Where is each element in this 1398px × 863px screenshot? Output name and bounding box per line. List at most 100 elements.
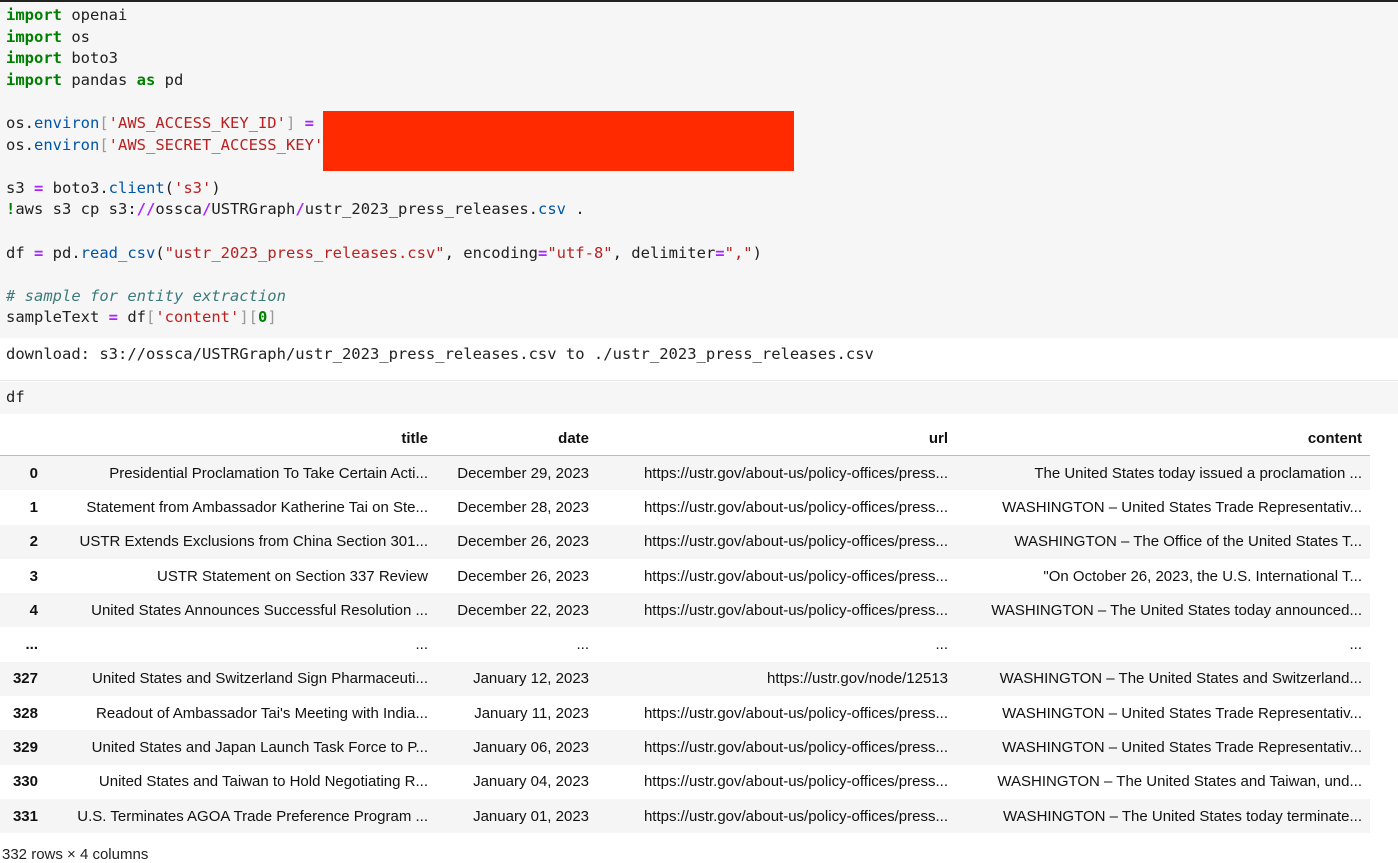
code-token: as bbox=[136, 70, 156, 89]
row-index: 3 bbox=[29, 567, 38, 585]
table-cell: https://ustr.gov/about-us/policy-offices… bbox=[643, 773, 948, 791]
code-line: s3 = boto3.client('s3') bbox=[6, 178, 762, 200]
code-token: aws s3 cp s3: bbox=[15, 200, 137, 219]
row-index: 330 bbox=[12, 773, 38, 791]
code-token: = bbox=[108, 308, 118, 327]
code-token: openai bbox=[62, 6, 128, 24]
table-row: ............... bbox=[0, 627, 1370, 662]
table-cell: December 26, 2023 bbox=[457, 533, 589, 551]
code-token: [ bbox=[99, 135, 109, 154]
row-index: 0 bbox=[29, 464, 38, 482]
table-row: 3 USTR Statement on Section 337 Review Dec… bbox=[0, 558, 1370, 594]
code-token: USTRGraph bbox=[211, 200, 296, 219]
code-token: ossca bbox=[155, 200, 203, 219]
code-token: // bbox=[136, 200, 156, 219]
code-token: / bbox=[295, 200, 305, 219]
table-cell: December 29, 2023 bbox=[457, 464, 589, 482]
code-token: ) bbox=[211, 178, 221, 197]
code-editor[interactable]: df bbox=[6, 387, 25, 409]
table-cell: ... bbox=[415, 636, 428, 654]
code-line: df = pd.read_csv("ustr_2023_press_releas… bbox=[6, 243, 762, 265]
code-token: = bbox=[715, 243, 725, 262]
row-index: 329 bbox=[12, 739, 38, 757]
column-header-content: content bbox=[956, 421, 1370, 456]
code-token: ] bbox=[267, 308, 277, 327]
table-cell: January 01, 2023 bbox=[473, 807, 589, 825]
table-cell: USTR Statement on Section 337 Review bbox=[157, 567, 428, 585]
code-token: os. bbox=[6, 113, 34, 132]
table-cell: January 04, 2023 bbox=[473, 773, 589, 791]
column-header-url: url bbox=[597, 421, 956, 456]
dataframe-shape-label: 332 rows × 4 columns bbox=[2, 846, 149, 863]
table-cell: ... bbox=[576, 636, 589, 654]
table-cell: WASHINGTON – United States Trade Represe… bbox=[1002, 739, 1362, 757]
table-cell: WASHINGTON – United States Trade Represe… bbox=[1002, 498, 1362, 516]
table-row: 329 United States and Japan Launch Task F… bbox=[0, 730, 1370, 765]
table-cell: U.S. Terminates AGOA Trade Preference Pr… bbox=[77, 807, 428, 825]
row-index: 4 bbox=[29, 601, 38, 619]
code-token: . bbox=[566, 200, 585, 219]
table-cell: United States and Taiwan to Hold Negotia… bbox=[98, 773, 428, 791]
row-index: 2 bbox=[29, 533, 38, 551]
code-token: = bbox=[34, 178, 44, 197]
code-token: 'AWS_SECRET_ACCESS_KEY' bbox=[108, 135, 324, 154]
table-cell: https://ustr.gov/about-us/policy-offices… bbox=[643, 533, 948, 551]
code-line: !aws s3 cp s3://ossca/USTRGraph/ustr_202… bbox=[6, 199, 762, 221]
code-cell-1[interactable]: import openai import os import boto3 import… bbox=[0, 2, 1398, 338]
table-cell: "On October 26, 2023, the U.S. Internati… bbox=[1043, 567, 1362, 585]
table-row: 331 U.S. Terminates AGOA Trade Preference… bbox=[0, 798, 1370, 834]
table-cell: Statement from Ambassador Katherine Tai … bbox=[86, 498, 428, 516]
table-cell: January 12, 2023 bbox=[473, 670, 589, 688]
table-cell: Readout of Ambassador Tai's Meeting with… bbox=[96, 704, 428, 722]
table-row: 327 United States and Switzerland Sign Ph… bbox=[0, 661, 1370, 697]
column-header-title: title bbox=[46, 421, 436, 456]
table-header-row: title date url content bbox=[0, 421, 1370, 456]
table-cell: United States Announces Successful Resol… bbox=[91, 601, 428, 619]
code-token: import bbox=[6, 70, 62, 89]
code-token: import bbox=[6, 6, 62, 24]
code-token: 'AWS_ACCESS_KEY_ID' bbox=[108, 113, 286, 132]
code-token: ][ bbox=[239, 308, 259, 327]
table-cell: https://ustr.gov/about-us/policy-offices… bbox=[643, 807, 948, 825]
code-token: 0 bbox=[258, 308, 268, 327]
code-token: ( bbox=[155, 243, 165, 262]
code-line: # sample for entity extraction bbox=[6, 286, 762, 308]
code-token: import bbox=[6, 27, 62, 46]
code-token: boto3. bbox=[43, 178, 109, 197]
table-cell: ... bbox=[1349, 636, 1362, 654]
table-cell: United States and Switzerland Sign Pharm… bbox=[91, 670, 428, 688]
table-cell: WASHINGTON – The United States today ann… bbox=[991, 601, 1362, 619]
table-cell: https://ustr.gov/node/12513 bbox=[767, 670, 948, 688]
table-cell: USTR Extends Exclusions from China Secti… bbox=[79, 533, 429, 551]
code-line: import os bbox=[6, 27, 762, 49]
table-cell: WASHINGTON – United States Trade Represe… bbox=[1002, 704, 1362, 722]
code-token: csv bbox=[538, 200, 566, 219]
code-token: = bbox=[304, 113, 315, 132]
code-cell-2[interactable]: df bbox=[0, 382, 1398, 414]
table-cell: WASHINGTON – The United States today ter… bbox=[1002, 807, 1362, 825]
code-token: # sample for entity extraction bbox=[6, 286, 286, 305]
table-cell: December 26, 2023 bbox=[457, 567, 589, 585]
code-token: pandas bbox=[62, 70, 137, 89]
code-token: sampleText bbox=[6, 308, 109, 327]
table-cell: Presidential Proclamation To Take Certai… bbox=[109, 464, 428, 482]
code-token: pd bbox=[155, 70, 184, 89]
table-row: 0 Presidential Proclamation To Take Certa… bbox=[0, 455, 1370, 491]
code-token: ustr_2023_press_releases. bbox=[304, 200, 538, 219]
table-cell: United States and Japan Launch Task Forc… bbox=[91, 739, 428, 757]
code-token: ! bbox=[6, 200, 16, 219]
row-index: 1 bbox=[29, 498, 38, 516]
redaction-box bbox=[323, 111, 794, 171]
table-row: 1 Statement from Ambassador Katherine Tai… bbox=[0, 490, 1370, 525]
table-cell: The United States today issued a proclam… bbox=[1034, 464, 1362, 482]
code-token: [ bbox=[146, 308, 156, 327]
code-token: 'content' bbox=[155, 308, 240, 327]
code-token: , encoding bbox=[444, 243, 538, 262]
code-token: "utf-8" bbox=[547, 243, 613, 262]
code-token: [ bbox=[99, 113, 109, 132]
table-cell: WASHINGTON – The United States and Taiwa… bbox=[997, 773, 1362, 791]
code-token: df bbox=[118, 308, 146, 327]
code-token: = bbox=[537, 243, 548, 262]
